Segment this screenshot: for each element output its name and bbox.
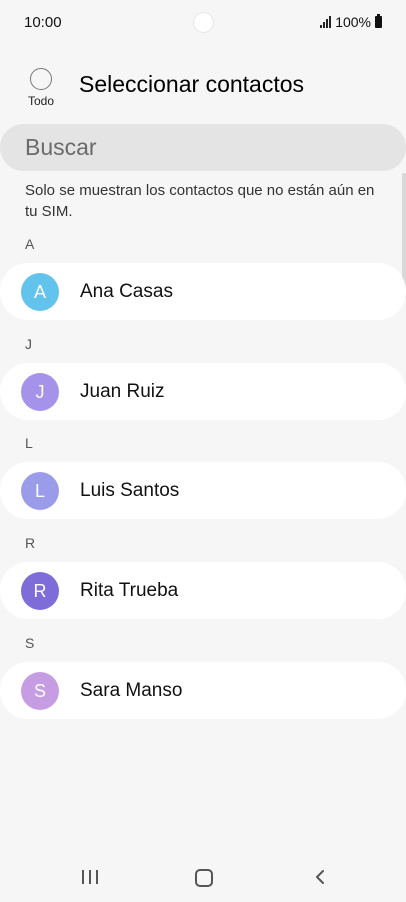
section-header: L: [25, 435, 33, 451]
battery-percent: 100%: [335, 14, 371, 30]
section-header: S: [25, 635, 35, 651]
recent-apps-icon[interactable]: [82, 870, 98, 884]
checkbox-circle-icon: [30, 68, 52, 90]
avatar: J: [21, 373, 59, 411]
contact-row[interactable]: A Ana Casas: [0, 263, 406, 320]
section-header: J: [25, 336, 32, 352]
info-text: Solo se muestran los contactos que no es…: [25, 182, 375, 220]
contact-row[interactable]: L Luis Santos: [0, 462, 406, 519]
contact-row[interactable]: R Rita Trueba: [0, 562, 406, 619]
contact-name: Rita Trueba: [80, 580, 179, 601]
section-header: A: [25, 236, 35, 252]
home-icon[interactable]: [195, 869, 213, 887]
camera-hole: [193, 12, 214, 33]
battery-icon: [375, 14, 382, 28]
signal-icon: [320, 16, 332, 28]
contact-row[interactable]: S Sara Manso: [0, 662, 406, 719]
avatar: A: [21, 273, 59, 311]
back-icon[interactable]: [313, 869, 329, 885]
contact-name: Ana Casas: [80, 281, 173, 302]
select-all-checkbox[interactable]: Todo: [24, 68, 58, 108]
contact-row[interactable]: J Juan Ruiz: [0, 363, 406, 420]
avatar: L: [21, 472, 59, 510]
contact-name: Juan Ruiz: [80, 381, 165, 402]
navigation-bar: [0, 856, 406, 902]
header: Todo Seleccionar contactos: [0, 60, 406, 116]
contact-name: Sara Manso: [80, 680, 183, 701]
screen: 10:00 100% Todo Seleccionar contactos So…: [0, 0, 406, 902]
section-header: R: [25, 535, 36, 551]
status-time: 10:00: [24, 14, 62, 31]
page-title: Seleccionar contactos: [79, 71, 305, 97]
search-input[interactable]: [0, 124, 406, 171]
contact-name: Luis Santos: [80, 480, 180, 501]
select-all-label: Todo: [27, 94, 55, 108]
avatar: S: [21, 672, 59, 710]
avatar: R: [21, 572, 59, 610]
search-bar: [0, 124, 406, 171]
status-bar: 10:00 100%: [0, 0, 406, 44]
status-icons: 100%: [320, 14, 382, 30]
